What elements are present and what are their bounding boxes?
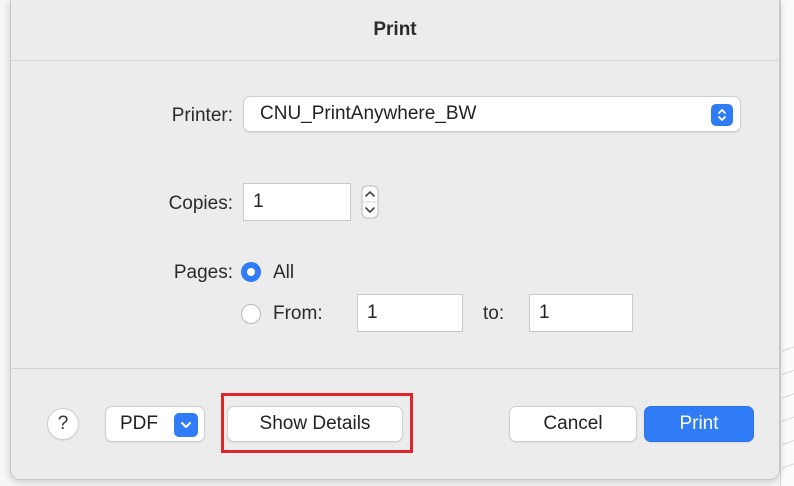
print-dialog: Print Printer: CNU_PrintAnywhere_BW Copi… (10, 0, 780, 480)
help-button[interactable]: ? (47, 408, 79, 440)
pages-to-label: to: (483, 303, 505, 324)
dialog-title: Print (373, 19, 417, 40)
printer-select-value: CNU_PrintAnywhere_BW (260, 103, 477, 124)
pages-to-field[interactable]: 1 (529, 294, 633, 332)
pages-all-radio[interactable] (241, 262, 261, 282)
background-drawing (782, 340, 794, 486)
cancel-button[interactable]: Cancel (509, 406, 637, 442)
show-details-button[interactable]: Show Details (227, 406, 403, 442)
printer-label: Printer: (171, 105, 233, 126)
copies-label: Copies: (168, 193, 233, 214)
footer-divider (11, 368, 779, 369)
pages-all-label: All (273, 262, 295, 283)
pdf-button-label: PDF (120, 413, 158, 434)
stepper-arrows-icon (361, 185, 379, 219)
copies-stepper[interactable] (359, 183, 381, 221)
pages-label: Pages: (173, 262, 233, 283)
updown-chevron-icon (711, 104, 733, 126)
print-button[interactable]: Print (644, 406, 754, 442)
pages-from-radio[interactable] (241, 304, 261, 324)
copies-field[interactable]: 1 (243, 183, 351, 221)
dialog-titlebar: Print (11, 0, 779, 60)
pdf-menu-button[interactable]: PDF (105, 406, 205, 442)
pages-from-field[interactable]: 1 (357, 294, 463, 332)
printer-select[interactable]: CNU_PrintAnywhere_BW (243, 96, 741, 132)
pages-from-label: From: (273, 303, 323, 324)
chevron-down-icon (174, 413, 198, 437)
title-divider (11, 60, 779, 61)
